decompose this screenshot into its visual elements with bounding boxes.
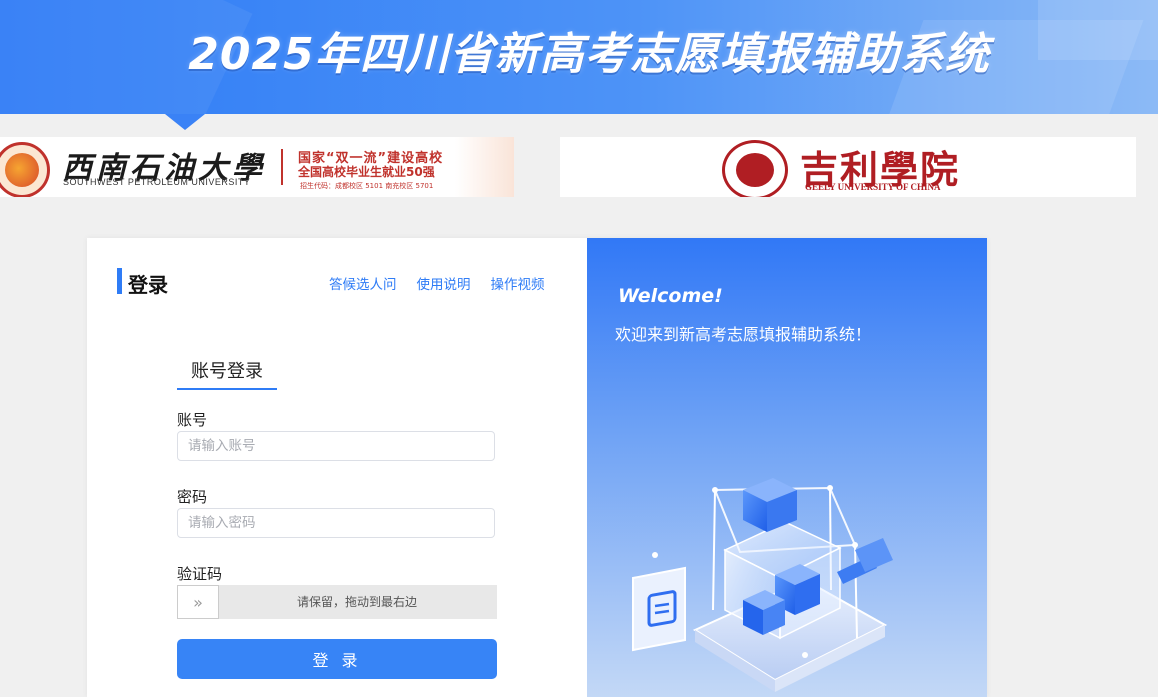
link-tutorial-video[interactable]: 操作视频 xyxy=(491,273,545,293)
slider-hint: 请保留，拖动到最右边 xyxy=(296,595,417,609)
logo-fade xyxy=(455,137,514,197)
welcome-subtitle: 欢迎来到新高考志愿填报辅助系统！ xyxy=(615,325,872,344)
swpu-tagline-3: 招生代码：成都校区 5101 南充校区 5701 xyxy=(300,182,434,190)
geely-logo-banner[interactable]: 吉利學院 GEELY UNIVERSITY OF CHINA xyxy=(560,137,1136,197)
system-title: 2025年四川省新高考志愿填报辅助系统 xyxy=(188,29,990,80)
banner-pointer xyxy=(165,114,205,130)
top-banner: 2025年四川省新高考志愿填报辅助系统 xyxy=(0,0,1158,114)
swpu-logo-banner[interactable]: 西南石油大學 SOUTHWEST PETROLEUM UNIVERSITY 国家… xyxy=(0,137,514,197)
logo-divider xyxy=(281,149,283,185)
tab-account-login[interactable]: 账号登录 xyxy=(177,357,277,390)
cube-illustration xyxy=(632,478,893,692)
welcome-heading: Welcome! xyxy=(618,285,723,307)
help-links: 答候选人问 使用说明 操作视频 xyxy=(329,273,545,293)
welcome-pane: Welcome! 欢迎来到新高考志愿填报辅助系统！ xyxy=(587,238,987,697)
title-accent-bar xyxy=(117,268,122,294)
login-title: 登录 xyxy=(128,273,168,297)
captcha-slider[interactable]: » 请保留，拖动到最右边 xyxy=(177,585,497,619)
link-user-guide[interactable]: 使用说明 xyxy=(417,273,471,293)
login-form-pane: 登录 答候选人问 使用说明 操作视频 账号登录 账号 密码 验证码 » 请保留，… xyxy=(87,238,587,697)
slider-handle-icon[interactable]: » xyxy=(177,585,219,619)
swpu-tagline-2: 全国高校毕业生就业50强 xyxy=(298,165,435,179)
account-input[interactable] xyxy=(177,431,495,461)
link-candidate-qa[interactable]: 答候选人问 xyxy=(329,273,397,293)
account-label: 账号 xyxy=(177,411,208,429)
swpu-english-name: SOUTHWEST PETROLEUM UNIVERSITY xyxy=(63,177,251,187)
password-input[interactable] xyxy=(177,508,495,538)
login-card: 登录 答候选人问 使用说明 操作视频 账号登录 账号 密码 验证码 » 请保留，… xyxy=(87,238,987,697)
geely-english-name: GEELY UNIVERSITY OF CHINA xyxy=(805,182,941,192)
password-label: 密码 xyxy=(177,488,208,506)
swpu-seal-icon xyxy=(0,142,50,197)
captcha-label: 验证码 xyxy=(177,565,223,583)
login-button[interactable]: 登 录 xyxy=(177,639,497,679)
geely-seal-icon xyxy=(722,140,788,197)
